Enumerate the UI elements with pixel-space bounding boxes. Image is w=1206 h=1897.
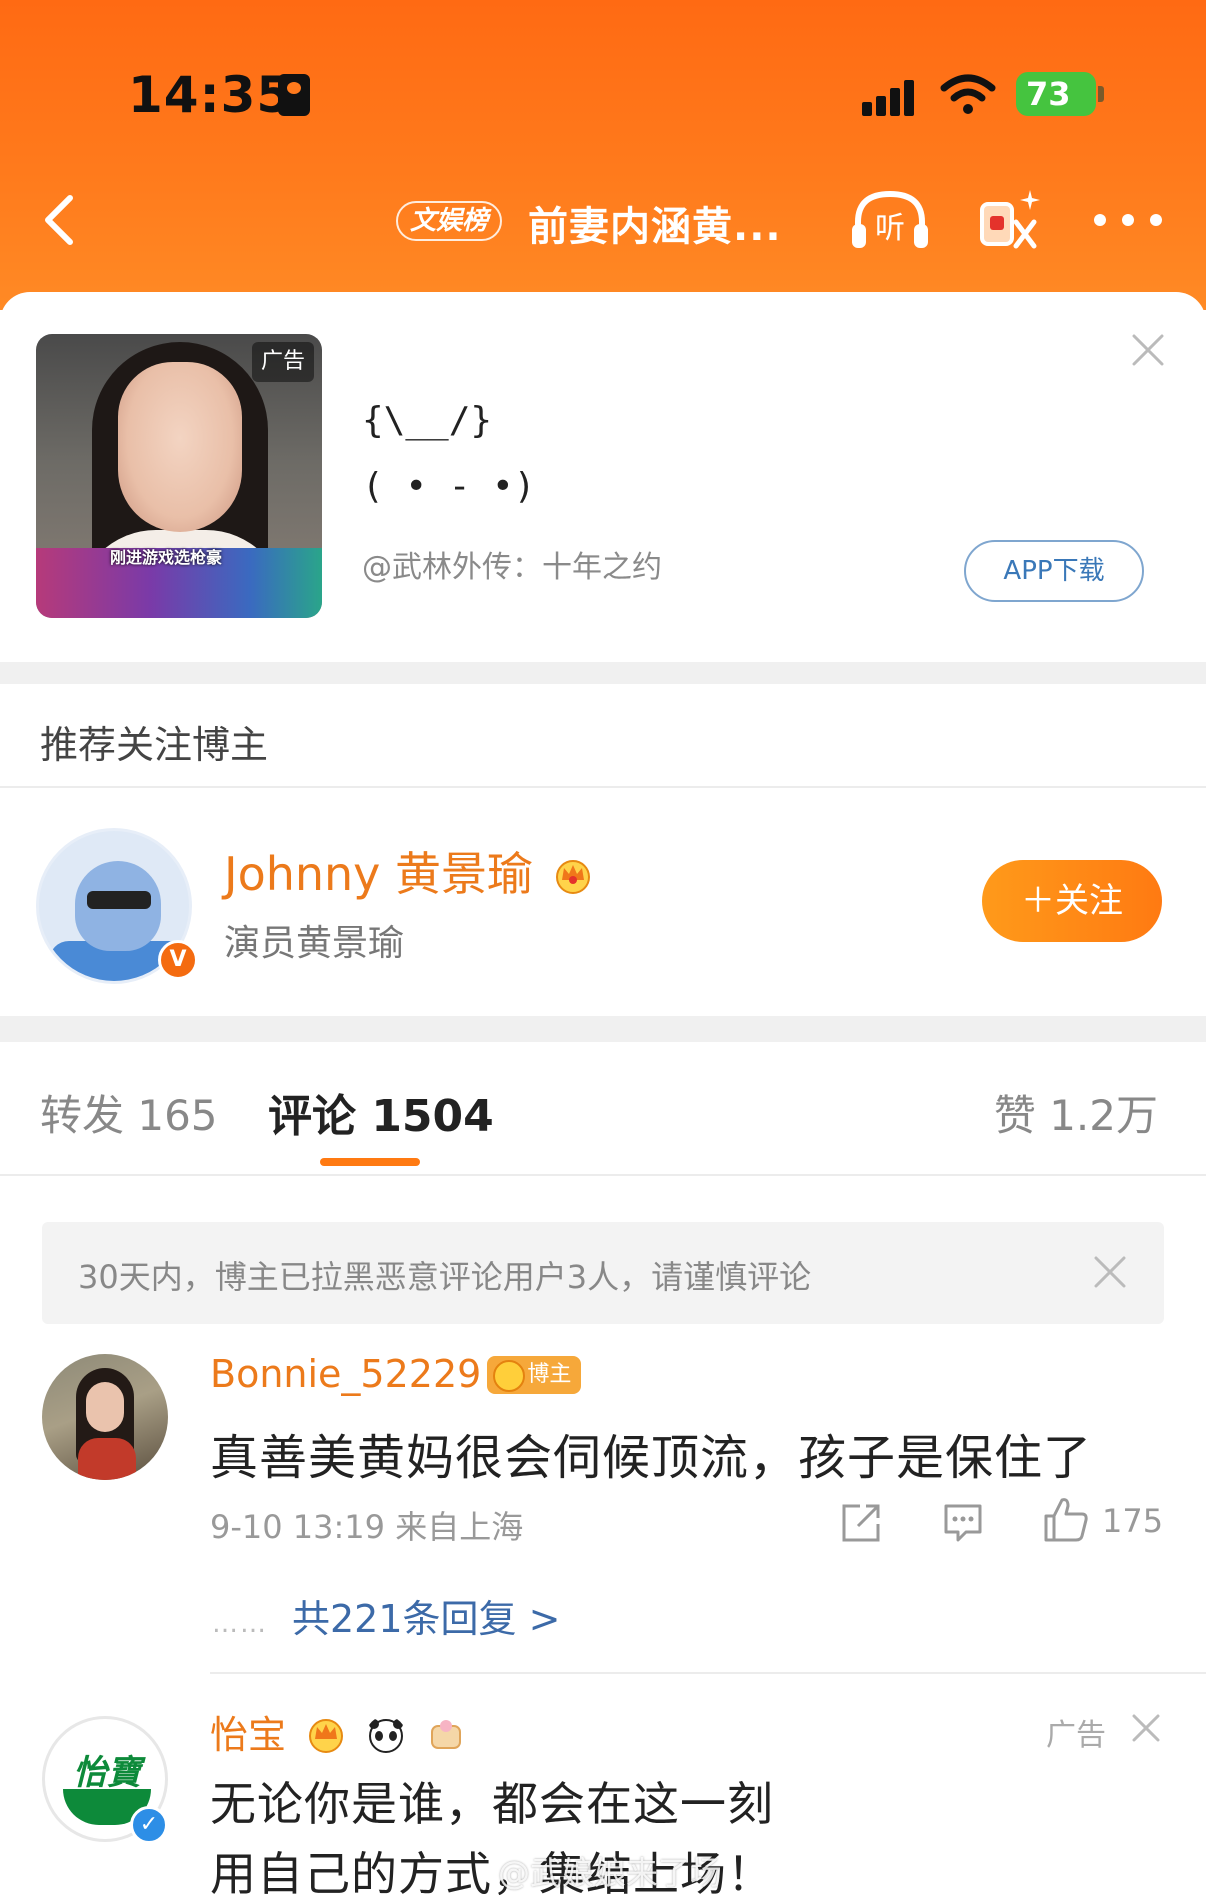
status-time: 14:35: [128, 66, 293, 124]
brand-logo: 怡寶: [73, 1753, 141, 1793]
active-tab-indicator: [320, 1158, 420, 1166]
ad-source[interactable]: @武林外传：十年之约: [362, 542, 662, 586]
close-icon[interactable]: [1092, 1254, 1128, 1290]
badge-icon: [431, 1720, 462, 1749]
wifi-icon: [940, 74, 996, 114]
ad-text-line2: ( • - •): [362, 466, 536, 507]
comment-username[interactable]: 怡宝: [210, 1704, 466, 1759]
notice-banner: 30天内，博主已拉黑恶意评论用户3人，请谨慎评论: [42, 1222, 1164, 1324]
crown-icon: [555, 860, 590, 894]
blogger-badge: 博主: [487, 1356, 582, 1394]
follow-button[interactable]: ＋关注: [982, 860, 1162, 942]
tab-bar: 转发 165 评论 1504 赞 1.2万: [0, 1042, 1206, 1176]
crown-icon: [309, 1719, 344, 1753]
signal-icon: [862, 76, 922, 116]
close-icon[interactable]: [1130, 1712, 1162, 1744]
share-out-icon[interactable]: [838, 1500, 884, 1546]
app-download-button[interactable]: APP下载: [964, 540, 1144, 602]
content-sheet: 刚进游戏选枪豪 广告 {\__/} ( • - •) @武林外传：十年之约 AP…: [0, 292, 1206, 1897]
ad-card[interactable]: 刚进游戏选枪豪 广告 {\__/} ( • - •) @武林外传：十年之约 AP…: [0, 292, 1206, 662]
recommended-user-name[interactable]: Johnny 黄景瑜: [224, 838, 594, 904]
ad-thumbnail-caption: 刚进游戏选枪豪: [110, 548, 223, 567]
view-replies-link[interactable]: …… 共221条回复 >: [212, 1588, 560, 1643]
more-icon[interactable]: [1094, 210, 1164, 230]
recommended-user[interactable]: V Johnny 黄景瑜 演员黄景瑜 ＋关注: [0, 788, 1206, 1016]
comment-text-line1: 无论你是谁，都会在这一刻: [210, 1777, 774, 1831]
share-icon[interactable]: [976, 186, 1044, 254]
ad-thumbnail[interactable]: 刚进游戏选枪豪 广告: [36, 334, 322, 618]
header: 14:35 73 文娱榜 前妻内涵黄... 听: [0, 0, 1206, 310]
verified-badge: V: [158, 940, 198, 980]
notice-text: 30天内，博主已拉黑恶意评论用户3人，请谨慎评论: [78, 1258, 812, 1296]
avatar[interactable]: [42, 1354, 168, 1480]
close-icon[interactable]: [1130, 332, 1166, 368]
tab-repost[interactable]: 转发 165: [40, 1082, 218, 1143]
comment-text: 真善美黄妈很会伺候顶流，孩子是保住了: [210, 1430, 1093, 1486]
ad-tag: 广告: [252, 342, 314, 382]
like-count: 175: [1102, 1502, 1164, 1540]
focus-icon: [278, 74, 310, 116]
recommend-title: 推荐关注博主: [40, 723, 269, 767]
panda-icon: [369, 1719, 404, 1753]
recommended-user-desc: 演员黄景瑜: [224, 923, 405, 964]
reply-icon[interactable]: [940, 1500, 986, 1546]
page-title: 前妻内涵黄...: [528, 204, 782, 250]
status-bar: 14:35 73: [0, 60, 1206, 130]
battery-indicator: 73: [1016, 72, 1104, 116]
nav-bar: 文娱榜 前妻内涵黄... 听: [0, 180, 1206, 260]
watermark: @武娘娘来了场: [498, 1854, 723, 1892]
rank-badge[interactable]: 文娱榜: [396, 201, 503, 241]
ad-text-line1: {\__/}: [362, 400, 493, 441]
comment-meta: 9-10 13:19 来自上海: [210, 1508, 524, 1546]
section-divider: [0, 1016, 1206, 1042]
ad-tag: 广告: [1046, 1718, 1106, 1753]
tab-comment[interactable]: 评论 1504: [268, 1080, 494, 1144]
svg-text:听: 听: [875, 211, 905, 246]
comment-divider: [210, 1672, 1206, 1674]
back-icon[interactable]: [34, 192, 86, 248]
verified-badge: ✓: [130, 1806, 168, 1844]
listen-icon[interactable]: 听: [848, 186, 932, 254]
section-divider: [0, 662, 1206, 684]
tab-likes[interactable]: 赞 1.2万: [994, 1082, 1158, 1143]
comment-username[interactable]: Bonnie_52229 博主: [210, 1352, 582, 1396]
recommend-header: 推荐关注博主: [0, 684, 1206, 788]
thumbs-up-icon[interactable]: [1040, 1494, 1090, 1544]
weibo-post-page: 14:35 73 文娱榜 前妻内涵黄... 听 刚进游戏选枪豪 广告 {\__/…: [0, 0, 1206, 1897]
